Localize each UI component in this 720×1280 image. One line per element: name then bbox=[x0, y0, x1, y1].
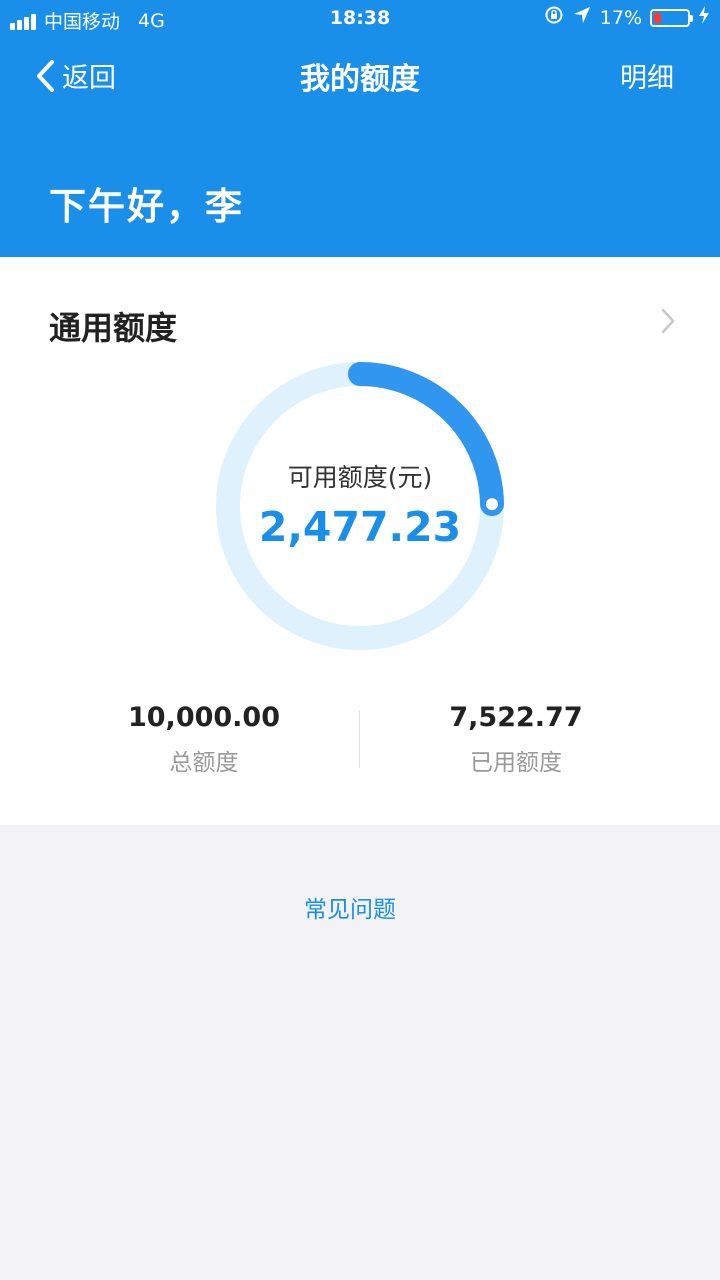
divider bbox=[359, 710, 360, 768]
detail-link[interactable]: 明细 bbox=[620, 56, 674, 95]
charging-icon bbox=[698, 5, 710, 30]
total-credit: 10,000.00 总额度 bbox=[54, 702, 354, 777]
nav-bar: 返回 我的额度 明细 bbox=[0, 50, 720, 98]
location-icon bbox=[572, 5, 592, 30]
battery-icon bbox=[650, 8, 693, 27]
used-credit: 7,522.77 已用额度 bbox=[366, 702, 666, 777]
chevron-right-icon[interactable] bbox=[660, 307, 676, 339]
total-credit-label: 总额度 bbox=[169, 750, 239, 776]
card-title: 通用额度 bbox=[49, 309, 178, 347]
page-title: 我的额度 bbox=[300, 62, 420, 97]
credit-card-section: 通用额度 可用额度(元) 2,477.23 10,000.00 总额度 7,52… bbox=[0, 257, 720, 825]
available-amount: 2,477.23 bbox=[258, 503, 462, 551]
used-credit-value: 7,522.77 bbox=[449, 702, 583, 733]
lock-rotation-icon bbox=[544, 5, 564, 30]
available-label: 可用额度(元) bbox=[287, 463, 433, 492]
faq-link[interactable]: 常见问题 bbox=[0, 890, 700, 924]
greeting: 下午好，李 bbox=[49, 185, 244, 228]
used-credit-label: 已用额度 bbox=[470, 750, 562, 776]
status-bar: 中国移动 4G 18:38 17% bbox=[0, 0, 720, 38]
total-credit-value: 10,000.00 bbox=[127, 702, 281, 733]
stats-row: 10,000.00 总额度 7,522.77 已用额度 bbox=[0, 702, 720, 782]
battery-percent: 17% bbox=[599, 6, 642, 29]
credit-ring: 可用额度(元) 2,477.23 bbox=[214, 360, 506, 652]
header: 中国移动 4G 18:38 17% 返回 我的额度 明细 下午好，李 bbox=[0, 0, 720, 257]
